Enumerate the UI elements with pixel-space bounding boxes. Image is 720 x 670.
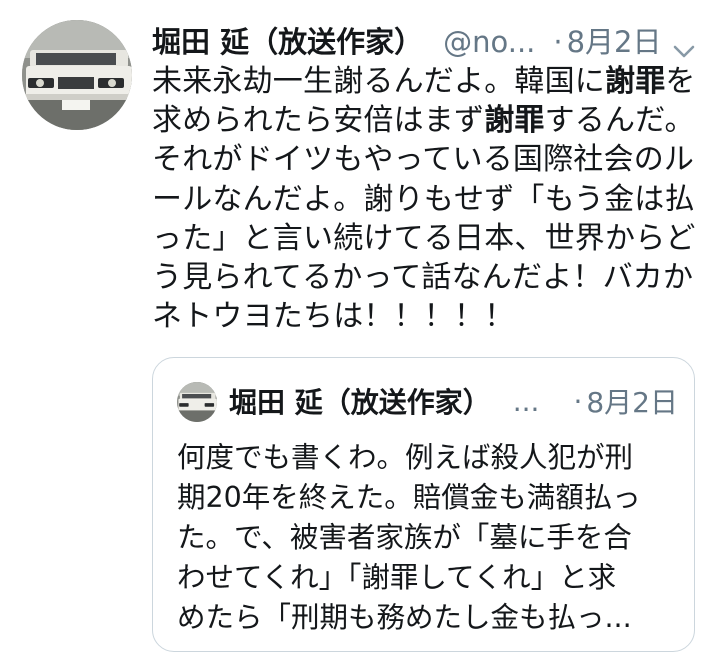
quoted-tweet-card[interactable]: 堀田 延（放送作家） ... · 8月2日 何度でも書くわ。例えば殺人犯が刑 期… [152, 357, 695, 652]
author-handle[interactable]: @no... [443, 18, 535, 66]
tweet-text: 未来永劫一生謝るんだよ。韓国に謝罪を 求められたら安倍はまず謝罪するんだ。 それ… [152, 62, 712, 336]
quoted-handle-truncated: ... [512, 384, 540, 418]
tweet-line: 求められたら安倍はまず謝罪するんだ。 [152, 103, 695, 139]
car-photo-avatar-icon [177, 382, 217, 422]
separator-dot: · [553, 25, 563, 59]
tweet-line: それがドイツもやっている国際社会のル [152, 142, 695, 178]
quoted-tweet-header: 堀田 延（放送作家） ... · 8月2日 [229, 378, 678, 424]
quoted-author-avatar [177, 382, 217, 422]
quoted-tweet-text: 何度でも書くわ。例えば殺人犯が刑 期20年を終えた。賠償金も満額払っ た。で、被… [177, 438, 677, 638]
tweet-line: った」と言い続けてる日本、世界からど [152, 220, 696, 256]
tweet-line: ールなんだよ。謝りもせず「もう金は払 [152, 181, 695, 217]
separator-dot: · [573, 384, 583, 418]
quoted-line: めたら「刑期も務めたし金も払っ... [177, 601, 632, 634]
quoted-line: た。で、被害者家族が「墓に手を合 [177, 521, 632, 554]
quoted-author-name: 堀田 延（放送作家） [229, 386, 491, 419]
tweet-date[interactable]: 8月2日 [567, 18, 662, 66]
quoted-tweet-date: 8月2日 [586, 386, 678, 419]
author-name[interactable]: 堀田 延（放送作家） [152, 18, 423, 66]
car-photo-avatar-icon [22, 20, 132, 130]
tweet-line: う見られてるかって話なんだよ！バカか [152, 260, 694, 296]
quoted-line: わせてくれ」「謝罪してくれ」と求 [177, 561, 617, 594]
quoted-line: 期20年を終えた。賠償金も満額払っ [177, 481, 641, 514]
author-avatar[interactable] [22, 20, 132, 130]
quoted-line: 何度でも書くわ。例えば殺人犯が刑 [177, 441, 634, 474]
highlighted-term: 謝罪 [484, 103, 545, 139]
tweet-line: 未来永劫一生謝るんだよ。韓国に謝罪を [152, 64, 696, 99]
chevron-down-icon[interactable] [670, 30, 698, 58]
highlighted-term: 謝罪 [605, 64, 666, 99]
tweet-line: ネトウヨたちは！！！！！ [152, 299, 515, 335]
tweet-header: 堀田 延（放送作家） @no... · 8月2日 [152, 18, 700, 66]
